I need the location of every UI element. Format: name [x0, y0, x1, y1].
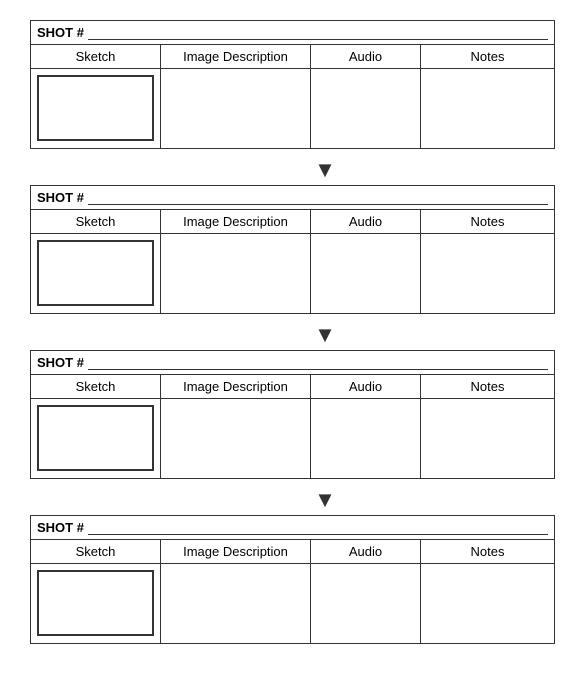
- arrow-icon-1: ▼: [314, 159, 336, 181]
- shot-header-4: SHOT #: [30, 515, 555, 539]
- table-row-1: [31, 69, 555, 149]
- shot-header-3: SHOT #: [30, 350, 555, 374]
- table-header-row-3: Sketch Image Description Audio Notes: [31, 375, 555, 399]
- sketch-box-4: [37, 570, 154, 636]
- col-audio-2: Audio: [311, 210, 421, 234]
- table-row-4: [31, 564, 555, 644]
- table-header-row-1: Sketch Image Description Audio Notes: [31, 45, 555, 69]
- image-desc-cell-1: [161, 69, 311, 149]
- col-audio-3: Audio: [311, 375, 421, 399]
- shot-header-line-3: [88, 356, 548, 370]
- audio-cell-3: [311, 399, 421, 479]
- table-row-2: [31, 234, 555, 314]
- col-sketch-3: Sketch: [31, 375, 161, 399]
- sketch-cell-4: [31, 564, 161, 644]
- image-desc-cell-3: [161, 399, 311, 479]
- sketch-box-3: [37, 405, 154, 471]
- col-audio-1: Audio: [311, 45, 421, 69]
- col-audio-4: Audio: [311, 540, 421, 564]
- col-notes-1: Notes: [421, 45, 555, 69]
- col-image-desc-3: Image Description: [161, 375, 311, 399]
- audio-cell-2: [311, 234, 421, 314]
- notes-cell-1: [421, 69, 555, 149]
- image-desc-cell-4: [161, 564, 311, 644]
- shot-block-2: SHOT # Sketch Image Description Audio No…: [30, 185, 555, 314]
- audio-cell-4: [311, 564, 421, 644]
- shot-table-1: Sketch Image Description Audio Notes: [30, 44, 555, 149]
- notes-cell-2: [421, 234, 555, 314]
- shot-label-1: SHOT #: [37, 25, 84, 40]
- audio-cell-1: [311, 69, 421, 149]
- sketch-cell-1: [31, 69, 161, 149]
- shot-block-1: SHOT # Sketch Image Description Audio No…: [30, 20, 555, 149]
- sketch-box-1: [37, 75, 154, 141]
- arrow-3: ▼: [249, 489, 336, 511]
- shot-header-1: SHOT #: [30, 20, 555, 44]
- col-notes-4: Notes: [421, 540, 555, 564]
- image-desc-cell-2: [161, 234, 311, 314]
- shot-header-line-2: [88, 191, 548, 205]
- table-header-row-2: Sketch Image Description Audio Notes: [31, 210, 555, 234]
- arrow-1: ▼: [249, 159, 336, 181]
- col-image-desc-4: Image Description: [161, 540, 311, 564]
- shot-table-2: Sketch Image Description Audio Notes: [30, 209, 555, 314]
- shot-label-2: SHOT #: [37, 190, 84, 205]
- shot-label-4: SHOT #: [37, 520, 84, 535]
- col-image-desc-2: Image Description: [161, 210, 311, 234]
- table-row-3: [31, 399, 555, 479]
- shot-header-line-1: [88, 26, 548, 40]
- shot-table-3: Sketch Image Description Audio Notes: [30, 374, 555, 479]
- arrow-2: ▼: [249, 324, 336, 346]
- col-image-desc-1: Image Description: [161, 45, 311, 69]
- col-sketch-4: Sketch: [31, 540, 161, 564]
- arrow-icon-2: ▼: [314, 324, 336, 346]
- shot-header-2: SHOT #: [30, 185, 555, 209]
- arrow-icon-3: ▼: [314, 489, 336, 511]
- sketch-cell-3: [31, 399, 161, 479]
- col-notes-2: Notes: [421, 210, 555, 234]
- shot-header-line-4: [88, 521, 548, 535]
- shot-table-4: Sketch Image Description Audio Notes: [30, 539, 555, 644]
- table-header-row-4: Sketch Image Description Audio Notes: [31, 540, 555, 564]
- col-sketch-1: Sketch: [31, 45, 161, 69]
- sketch-box-2: [37, 240, 154, 306]
- notes-cell-4: [421, 564, 555, 644]
- notes-cell-3: [421, 399, 555, 479]
- shot-block-4: SHOT # Sketch Image Description Audio No…: [30, 515, 555, 644]
- sketch-cell-2: [31, 234, 161, 314]
- shot-block-3: SHOT # Sketch Image Description Audio No…: [30, 350, 555, 479]
- shot-label-3: SHOT #: [37, 355, 84, 370]
- col-sketch-2: Sketch: [31, 210, 161, 234]
- col-notes-3: Notes: [421, 375, 555, 399]
